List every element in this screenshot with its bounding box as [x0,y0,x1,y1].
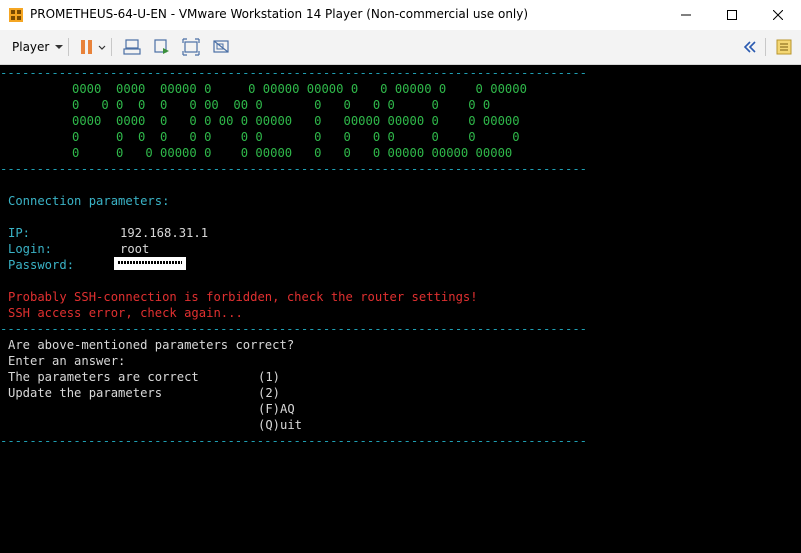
separator-line: ----------------------------------------… [0,162,587,176]
close-button[interactable] [755,0,801,30]
vmware-toolbar: Player [0,30,801,65]
maximize-button[interactable] [709,0,755,30]
ip-label: IP: [8,226,31,240]
login-value: root [120,242,150,256]
banner-line: 0 0 0 00000 0 0 00000 0 0 0 00000 00000 … [72,146,513,160]
title-bar: PROMETHEUS-64-U-EN - VMware Workstation … [0,0,801,30]
vmware-app-icon [9,8,23,22]
option-text: Update the parameters [8,386,163,400]
pause-icon[interactable] [78,38,96,56]
removable-devices-icon[interactable] [153,38,171,56]
option-key: (1) [258,370,281,384]
minimize-icon [681,14,691,16]
library-icon[interactable] [775,38,793,56]
double-chevron-left-icon[interactable] [741,38,759,56]
minimize-button[interactable] [663,0,709,30]
status-strip [0,537,801,553]
toolbar-separator [68,38,69,56]
toolbar-separator [765,38,766,56]
toolbar-separator [111,38,112,56]
option-key: (Q)uit [258,418,303,432]
option-text: The parameters are correct [8,370,199,384]
error-message: SSH access error, check again... [8,306,243,320]
close-icon [773,10,783,20]
ip-value: 192.168.31.1 [120,226,209,240]
banner-line: 0 0 0 0 0 0 0 0 0 0 0 0 0 0 0 [72,130,520,144]
separator-line: ----------------------------------------… [0,66,587,80]
password-redacted [114,257,186,270]
unity-mode-icon[interactable] [212,38,230,56]
separator-line: ----------------------------------------… [0,434,587,448]
option-key: (F)AQ [258,402,295,416]
login-label: Login: [8,242,53,256]
banner-line: 0000 0000 00000 0 0 00000 00000 0 0 0000… [72,82,527,96]
maximize-icon [727,10,737,20]
full-screen-icon[interactable] [182,38,200,56]
player-menu-button[interactable]: Player [6,36,69,58]
chevron-down-icon[interactable] [98,38,106,56]
connection-header: Connection parameters: [8,194,170,208]
option-key: (2) [258,386,281,400]
prompt-text: Enter an answer: [8,354,126,368]
separator-line: ----------------------------------------… [0,322,587,336]
password-label: Password: [8,258,75,272]
error-message: Probably SSH-connection is forbidden, ch… [8,290,478,304]
send-ctrl-alt-del-icon[interactable] [123,38,141,56]
window-title: PROMETHEUS-64-U-EN - VMware Workstation … [30,7,529,21]
vm-console-screen[interactable]: ----------------------------------------… [0,65,801,537]
player-menu-label: Player [12,40,50,54]
banner-line: 0000 0000 0 0 0 00 0 00000 0 00000 00000… [72,114,520,128]
question-text: Are above-mentioned parameters correct? [8,338,295,352]
banner-line: 0 0 0 0 0 0 00 00 0 0 0 0 0 0 0 0 [72,98,491,112]
chevron-down-icon [55,45,64,49]
